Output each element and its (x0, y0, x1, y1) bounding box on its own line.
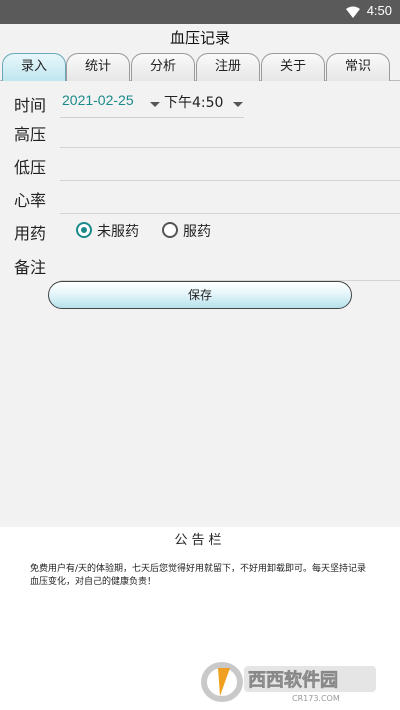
save-button[interactable]: 保存 (48, 281, 352, 309)
status-time: 4:50 (366, 3, 392, 18)
radio-unchecked-icon (162, 222, 178, 238)
notes-row: 备注 (0, 248, 400, 281)
watermark-logo: 西西软件园 CR173.COM (201, 662, 376, 703)
status-bar: 4:50 (0, 0, 400, 24)
diastolic-label: 低压 (14, 158, 47, 177)
notice-text: 免费用户有/天的体验期，七天后您觉得好用就留下，不好用卸载即可。每天坚持记录血压… (30, 564, 367, 587)
medication-label: 用药 (14, 224, 47, 243)
time-label: 时间 (14, 96, 47, 115)
svg-text:CR173.COM: CR173.COM (292, 694, 340, 703)
diastolic-row: 低压 (0, 148, 400, 181)
chevron-down-icon (233, 102, 243, 107)
wifi-icon (346, 6, 360, 18)
tab-knowledge[interactable]: 常识 (326, 53, 390, 81)
date-value: 2021-02-25 (62, 92, 134, 108)
notice-title: 公告栏 (174, 533, 226, 548)
tab-about[interactable]: 关于 (261, 53, 325, 81)
tab-entry[interactable]: 录入 (2, 53, 66, 81)
entry-form: 时间 2021-02-25 下午4:50 高压 低压 心率 用药 未服药 服药 (0, 82, 400, 527)
tab-bar: 录入 统计 分析 注册 关于 常识 (0, 53, 400, 81)
heart-rate-row: 心率 (0, 181, 400, 214)
notes-label: 备注 (14, 258, 47, 277)
no-medication-label: 未服药 (97, 224, 139, 240)
heart-rate-label: 心率 (14, 191, 47, 210)
tab-register[interactable]: 注册 (196, 53, 260, 81)
time-value: 下午4:50 (164, 95, 224, 111)
tab-analysis[interactable]: 分析 (131, 53, 195, 81)
radio-checked-icon (76, 222, 92, 238)
app-title: 血压记录 (169, 29, 230, 47)
medication-row: 用药 未服药 服药 (0, 214, 400, 247)
medication-radio-label: 服药 (183, 224, 211, 240)
svg-text:西西软件园: 西西软件园 (248, 669, 338, 691)
systolic-label: 高压 (14, 125, 47, 144)
app-bar: 血压记录 (0, 24, 400, 52)
chevron-down-icon (150, 102, 160, 107)
tab-stats[interactable]: 统计 (66, 53, 130, 81)
systolic-row: 高压 (0, 115, 400, 148)
